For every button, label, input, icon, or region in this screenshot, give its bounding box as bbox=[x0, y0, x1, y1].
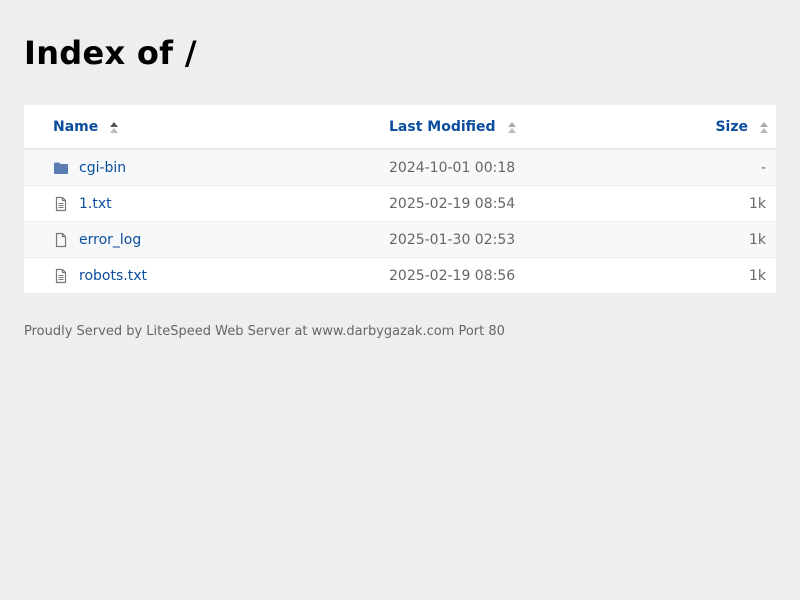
table-row: error_log 2025-01-30 02:53 1k bbox=[24, 221, 776, 257]
file-listing-table: Name Last Modified Size cgi-bin 2024-10-0… bbox=[24, 105, 776, 293]
blank-file-icon bbox=[53, 232, 69, 248]
last-modified-cell: 2025-02-19 08:56 bbox=[389, 267, 516, 284]
text-file-icon bbox=[53, 268, 69, 284]
server-footer: Proudly Served by LiteSpeed Web Server a… bbox=[24, 324, 505, 339]
file-link[interactable]: 1.txt bbox=[79, 196, 112, 212]
folder-icon bbox=[53, 160, 69, 176]
column-header-last-modified[interactable]: Last Modified bbox=[389, 105, 516, 148]
sort-icon bbox=[110, 121, 119, 134]
size-cell: - bbox=[760, 159, 766, 176]
file-link[interactable]: robots.txt bbox=[79, 268, 147, 284]
file-link[interactable]: error_log bbox=[79, 232, 141, 248]
file-link[interactable]: cgi-bin bbox=[79, 160, 126, 176]
name-cell: 1.txt bbox=[53, 186, 112, 221]
size-cell: 1k bbox=[748, 267, 766, 284]
table-row: cgi-bin 2024-10-01 00:18 - bbox=[24, 149, 776, 185]
column-header-name[interactable]: Name bbox=[53, 105, 119, 148]
table-header: Name Last Modified Size bbox=[24, 105, 776, 149]
page-title: Index of / bbox=[24, 34, 197, 72]
size-cell: 1k bbox=[748, 231, 766, 248]
name-cell: error_log bbox=[53, 222, 141, 257]
last-modified-cell: 2024-10-01 00:18 bbox=[389, 159, 516, 176]
table-row: 1.txt 2025-02-19 08:54 1k bbox=[24, 185, 776, 221]
text-file-icon bbox=[53, 196, 69, 212]
last-modified-cell: 2025-01-30 02:53 bbox=[389, 231, 516, 248]
table-row: robots.txt 2025-02-19 08:56 1k bbox=[24, 257, 776, 293]
last-modified-cell: 2025-02-19 08:54 bbox=[389, 195, 516, 212]
column-header-size[interactable]: Size bbox=[715, 105, 768, 148]
sort-icon bbox=[760, 121, 768, 134]
name-cell: cgi-bin bbox=[53, 150, 126, 185]
size-cell: 1k bbox=[748, 195, 766, 212]
name-cell: robots.txt bbox=[53, 258, 147, 293]
sort-icon bbox=[507, 121, 516, 134]
